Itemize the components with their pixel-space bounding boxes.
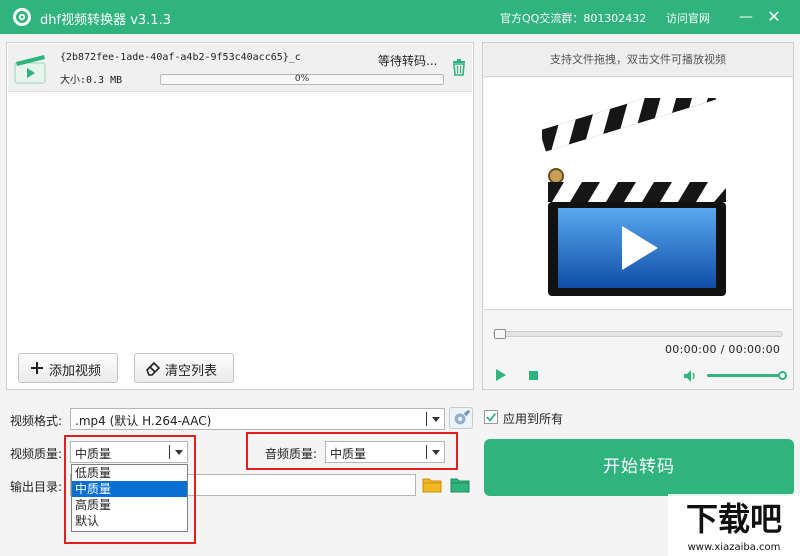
output-dir-label: 输出目录: (10, 480, 63, 494)
quality-option-medium[interactable]: 中质量 (72, 481, 187, 497)
apply-all-checkbox[interactable] (484, 410, 498, 424)
watermark-url: www.xiazaiba.com (688, 542, 781, 553)
stop-icon[interactable] (529, 371, 538, 380)
video-preview-screen[interactable] (484, 78, 792, 310)
combo-separator (169, 445, 170, 459)
qq-group-text: 官方QQ交流群：801302432 (500, 12, 647, 25)
visit-website-link[interactable]: 访问官网 (666, 10, 710, 26)
open-folder-icon[interactable] (421, 474, 443, 496)
eraser-icon (146, 361, 161, 376)
file-name: {2b872fee-1ade-40af-a4b2-9f53c40acc65}_c (60, 52, 301, 63)
format-label: 视频格式: (10, 414, 63, 428)
watermark-brand: 下载吧 (686, 500, 782, 538)
start-conversion-button[interactable]: 开始转码 (484, 439, 794, 496)
chevron-down-icon (432, 417, 440, 422)
quality-option-default[interactable]: 默认 (72, 513, 187, 529)
file-status: 等待转码... (378, 54, 438, 68)
combo-separator (426, 445, 427, 459)
volume-slider[interactable] (707, 371, 787, 380)
audio-quality-select[interactable]: 中质量 (325, 441, 445, 463)
close-button[interactable]: ✕ (763, 6, 785, 28)
chevron-down-icon (432, 450, 440, 455)
video-quality-select[interactable]: 中质量 (70, 441, 188, 463)
trash-icon[interactable] (451, 58, 467, 76)
audio-quality-label: 音频质量: (265, 447, 318, 461)
xiazaiba-watermark-logo: 下载吧 www.xiazaiba.com (668, 494, 800, 556)
quality-option-high[interactable]: 高质量 (72, 497, 187, 513)
video-quality-dropdown-list[interactable]: 低质量 中质量 高质量 默认 (71, 464, 188, 532)
video-quality-label: 视频质量: (10, 447, 63, 461)
list-button-bar: 添加视频 清空列表 (6, 347, 474, 390)
volume-icon[interactable] (683, 369, 697, 383)
file-size: 大小:0.3 MB (60, 75, 123, 86)
format-select[interactable]: .mp4 (默认 H.264-AAC) (70, 408, 445, 430)
format-settings-icon[interactable] (449, 407, 473, 429)
playback-time: 00:00:00 / 00:00:00 (665, 343, 781, 356)
clapperboard-icon (542, 98, 726, 296)
add-video-label: 添加视频 (49, 364, 102, 379)
preview-hint: 支持文件拖拽，双击文件可播放视频 (483, 43, 793, 77)
clear-list-label: 清空列表 (165, 364, 218, 379)
combo-separator (426, 412, 427, 426)
app-logo-icon (13, 8, 31, 26)
minimize-button[interactable]: — (735, 6, 757, 28)
browse-folder-icon[interactable] (449, 474, 471, 496)
audio-quality-value: 中质量 (330, 447, 367, 461)
plus-icon (31, 362, 43, 374)
video-quality-value: 中质量 (75, 447, 112, 461)
format-value: .mp4 (默认 H.264-AAC) (75, 414, 212, 428)
seek-handle[interactable] (494, 329, 506, 339)
apply-all-label: 应用到所有 (503, 412, 564, 426)
video-file-icon (14, 55, 46, 84)
add-video-button[interactable]: 添加视频 (18, 353, 118, 383)
title-bar: dhf视频转换器 v3.1.3 官方QQ交流群：801302432 访问官网 —… (0, 0, 800, 34)
play-icon[interactable] (495, 369, 507, 381)
chevron-down-icon (175, 450, 183, 455)
conversion-progress-bar: 0% (160, 74, 444, 85)
progress-label: 0% (294, 74, 310, 84)
volume-handle[interactable] (778, 371, 787, 380)
seek-bar[interactable] (493, 329, 783, 339)
player-controls (483, 363, 793, 389)
clear-list-button[interactable]: 清空列表 (134, 353, 234, 383)
file-list-item[interactable]: {2b872fee-1ade-40af-a4b2-9f53c40acc65}_c… (8, 44, 472, 92)
app-title: dhf视频转换器 v3.1.3 (40, 13, 171, 28)
quality-option-low[interactable]: 低质量 (72, 465, 187, 481)
file-list-panel: {2b872fee-1ade-40af-a4b2-9f53c40acc65}_c… (6, 42, 474, 390)
preview-panel: 支持文件拖拽，双击文件可播放视频 00:00:00 / 00:00:00 (482, 42, 794, 390)
